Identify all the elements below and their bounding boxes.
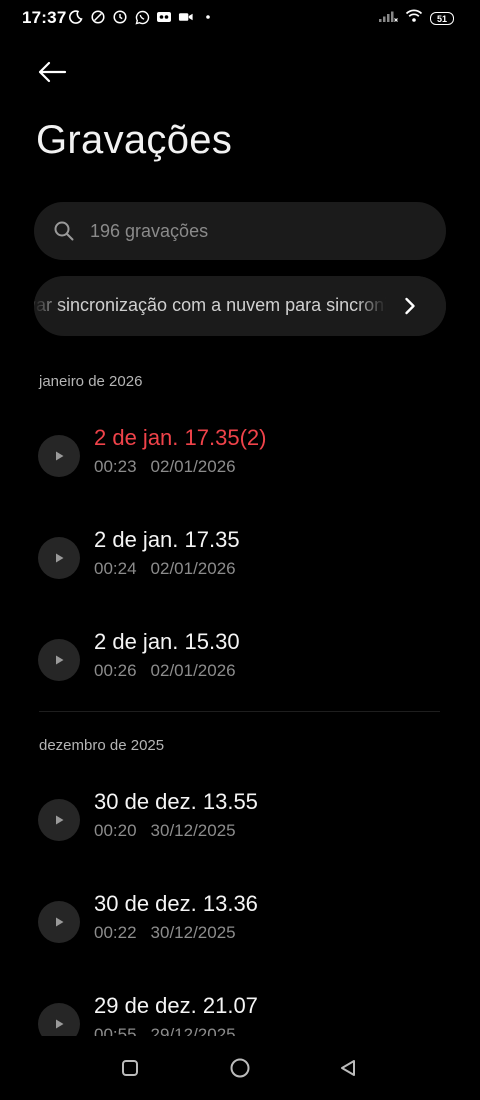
recording-title: 2 de jan. 15.30	[94, 629, 240, 654]
section-header-december-2025: dezembro de 2025	[39, 737, 165, 754]
section-header-january-2026: janeiro de 2026	[39, 373, 143, 390]
recording-title: 2 de jan. 17.35(2)	[94, 425, 267, 450]
recording-date: 02/01/2026	[150, 457, 236, 476]
play-button[interactable]	[38, 901, 80, 943]
recording-item[interactable]: 2 de jan. 15.30 00:26 02/01/2026	[0, 625, 480, 705]
recording-date: 30/12/2025	[150, 821, 236, 840]
play-icon	[56, 451, 64, 461]
page-title: Gravações	[36, 118, 233, 162]
cloud-sync-banner[interactable]: Ativar sincronização com a nuvem para si…	[34, 276, 446, 336]
recording-meta: 00:24 02/01/2026	[94, 559, 236, 579]
play-button[interactable]	[38, 435, 80, 477]
recording-duration: 00:24	[94, 559, 137, 578]
play-icon	[56, 655, 64, 665]
recording-title: 30 de dez. 13.55	[94, 789, 258, 814]
search-input[interactable]	[88, 219, 412, 243]
square-icon	[122, 1060, 138, 1076]
recording-duration: 00:26	[94, 661, 137, 680]
recording-date: 30/12/2025	[150, 923, 236, 942]
recording-item[interactable]: 30 de dez. 13.36 00:22 30/12/2025	[0, 887, 480, 967]
play-button[interactable]	[38, 639, 80, 681]
recording-item[interactable]: 2 de jan. 17.35 00:24 02/01/2026	[0, 523, 480, 603]
play-icon	[56, 815, 64, 825]
main-content: Gravações Ativar sincronização com a nuv…	[0, 0, 480, 1036]
recording-item[interactable]: 29 de dez. 21.07 00:55 29/12/2025	[0, 989, 480, 1036]
back-nav-button[interactable]	[334, 1054, 362, 1082]
recording-title: 30 de dez. 13.36	[94, 891, 258, 916]
recording-date: 02/01/2026	[150, 661, 236, 680]
recording-title: 29 de dez. 21.07	[94, 993, 258, 1018]
recording-meta: 00:26 02/01/2026	[94, 661, 236, 681]
circle-icon	[230, 1058, 250, 1078]
home-button[interactable]	[226, 1054, 254, 1082]
search-icon	[52, 219, 76, 243]
play-icon	[56, 1019, 64, 1029]
system-nav-bar	[0, 1036, 480, 1100]
recording-meta: 00:55 29/12/2025	[94, 1025, 236, 1036]
recording-meta: 00:22 30/12/2025	[94, 923, 236, 943]
recording-duration: 00:23	[94, 457, 137, 476]
recording-item[interactable]: 2 de jan. 17.35(2) 00:23 02/01/2026	[0, 421, 480, 501]
chevron-right-icon	[400, 296, 420, 316]
play-button[interactable]	[38, 1003, 80, 1036]
arrow-left-icon	[38, 61, 67, 83]
back-button[interactable]	[34, 56, 70, 88]
recording-item[interactable]: 30 de dez. 13.55 00:20 30/12/2025	[0, 785, 480, 865]
recording-meta: 00:23 02/01/2026	[94, 457, 236, 477]
triangle-back-icon	[341, 1060, 355, 1076]
section-divider	[39, 711, 440, 712]
play-icon	[56, 917, 64, 927]
search-bar[interactable]	[34, 202, 446, 260]
recording-duration: 00:55	[94, 1025, 137, 1036]
recording-duration: 00:20	[94, 821, 137, 840]
play-button[interactable]	[38, 537, 80, 579]
recording-date: 02/01/2026	[150, 559, 236, 578]
play-button[interactable]	[38, 799, 80, 841]
recording-title: 2 de jan. 17.35	[94, 527, 240, 552]
recording-meta: 00:20 30/12/2025	[94, 821, 236, 841]
recording-duration: 00:22	[94, 923, 137, 942]
play-icon	[56, 553, 64, 563]
recents-button[interactable]	[116, 1054, 144, 1082]
recording-date: 29/12/2025	[150, 1025, 236, 1036]
